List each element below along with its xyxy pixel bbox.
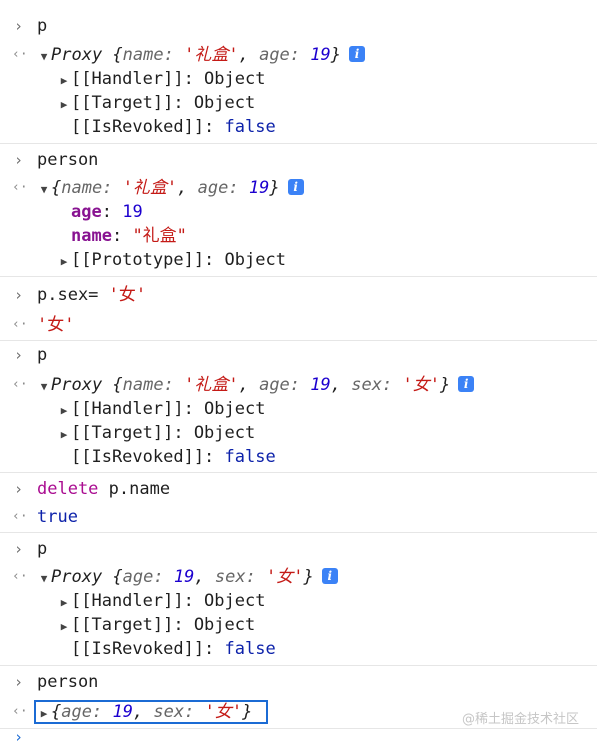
console-output-row[interactable]: ‹· ▼ Proxy {name: '礼盒', age: 19} i [0,43,597,67]
console-input-row[interactable]: › person [0,148,597,172]
property-age: age: 19 [71,202,143,222]
return-arrow-icon: ‹· [12,377,28,392]
collapsed-triangle-icon[interactable]: ▶ [57,93,71,117]
tree-item-prototype[interactable]: ▶ [[Prototype]]: Object [0,248,597,272]
prompt-chevron-icon: › [14,151,24,169]
prompt-chevron-icon: › [14,346,24,364]
tree-item-target[interactable]: ▶ [[Target]]: Object [0,91,597,115]
console-output-row[interactable]: ‹· ▼ Proxy {name: '礼盒', age: 19, sex: '女'… [0,373,597,397]
console-output-row[interactable]: ‹· ▼ {name: '礼盒', age: 19} i [0,176,597,200]
collapsed-triangle-icon[interactable]: ▶ [37,702,51,726]
result-value: '女' [37,315,75,335]
info-icon[interactable]: i [287,179,304,195]
return-arrow-icon: ‹· [12,509,28,524]
input-code: p.sex= '女' [37,285,147,305]
return-arrow-icon: ‹· [12,704,28,719]
object-type: Proxy [51,375,103,395]
prompt-chevron-icon: › [14,728,24,746]
divider [0,340,597,341]
tree-item-handler[interactable]: ▶ [[Handler]]: Object [0,397,597,421]
divider [0,728,597,729]
console-input-row[interactable]: › delete p.name [0,477,597,501]
tree-item-handler[interactable]: ▶ [[Handler]]: Object [0,67,597,91]
input-code: p [37,16,48,36]
expanded-triangle-icon[interactable]: ▼ [37,45,51,69]
object-type: Proxy [51,45,103,65]
info-icon[interactable]: i [349,46,366,62]
divider [0,276,597,277]
tree-item-target[interactable]: ▶ [[Target]]: Object [0,613,597,637]
info-icon[interactable]: i [321,568,338,584]
tree-item-isrevoked: [[IsRevoked]]: false [71,639,276,659]
divider [0,532,597,533]
prompt-chevron-icon: › [14,540,24,558]
input-code: delete p.name [37,479,171,499]
input-code: person [37,150,99,170]
divider [0,472,597,473]
console-input-row[interactable]: › p [0,14,597,38]
return-arrow-icon: ‹· [12,180,28,195]
console-input-row[interactable]: › p.sex= '女' [0,283,597,307]
prompt-chevron-icon: › [14,286,24,304]
return-arrow-icon: ‹· [12,47,28,62]
console-output-row[interactable]: ‹· ▼ Proxy {age: 19, sex: '女'} i [0,565,597,589]
property-name: name: "礼盒" [71,226,187,246]
expanded-triangle-icon[interactable]: ▼ [37,567,51,591]
console-input-row[interactable]: › p [0,537,597,561]
collapsed-triangle-icon[interactable]: ▶ [57,615,71,639]
tree-item-isrevoked: [[IsRevoked]]: false [71,447,276,467]
tree-item-target[interactable]: ▶ [[Target]]: Object [0,421,597,445]
info-icon[interactable]: i [458,376,475,392]
expanded-triangle-icon[interactable]: ▼ [37,375,51,399]
divider [0,143,597,144]
tree-item-isrevoked: [[IsRevoked]]: false [71,117,276,137]
tree-item-handler[interactable]: ▶ [[Handler]]: Object [0,589,597,613]
prompt-chevron-icon: › [14,17,24,35]
console-input-row[interactable]: › person [0,670,597,694]
collapsed-triangle-icon[interactable]: ▶ [57,423,71,447]
console-result-row[interactable]: ‹· true [0,505,597,529]
console-prompt-row[interactable]: › [0,728,597,746]
result-value: true [37,507,78,527]
return-arrow-icon: ‹· [12,317,28,332]
divider [0,665,597,666]
console-input-row[interactable]: › p [0,343,597,367]
collapsed-triangle-icon[interactable]: ▶ [57,399,71,423]
expanded-triangle-icon[interactable]: ▼ [37,178,51,202]
collapsed-triangle-icon[interactable]: ▶ [57,250,71,274]
collapsed-triangle-icon[interactable]: ▶ [57,69,71,93]
watermark: @稀土掘金技术社区 [461,712,579,727]
prompt-chevron-icon: › [14,480,24,498]
input-code: p [37,539,48,559]
object-type: Proxy [51,567,103,587]
prompt-chevron-icon: › [14,673,24,691]
input-code: person [37,672,99,692]
console-result-row[interactable]: ‹· '女' [0,313,597,337]
return-arrow-icon: ‹· [12,569,28,584]
input-code: p [37,345,48,365]
collapsed-triangle-icon[interactable]: ▶ [57,591,71,615]
